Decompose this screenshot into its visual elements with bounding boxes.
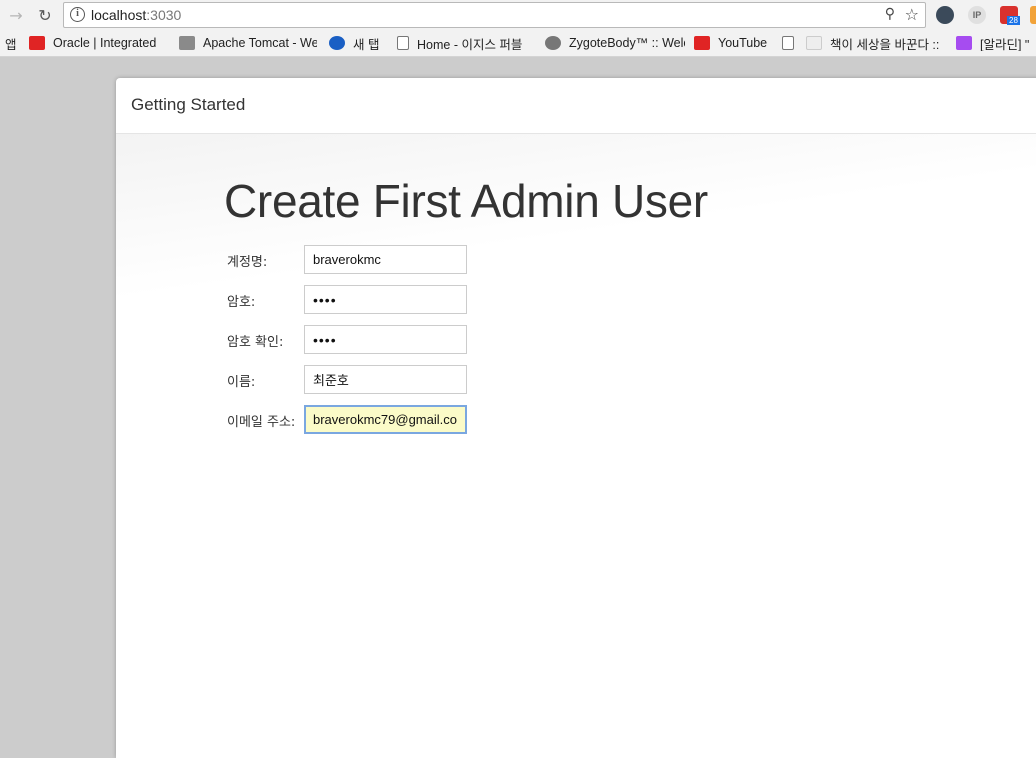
youtube-icon bbox=[694, 36, 710, 50]
bookmark-star-icon[interactable]: ☆ bbox=[905, 5, 919, 24]
setup-dialog: Getting Started Create First Admin User … bbox=[116, 78, 1036, 758]
page-viewport: Getting Started Create First Admin User … bbox=[0, 58, 1036, 758]
key-icon[interactable]: ⚲ bbox=[885, 6, 895, 22]
username-label: 계정명: bbox=[227, 255, 268, 270]
password-input[interactable] bbox=[304, 285, 467, 314]
bookmark-label: [알라딘] " bbox=[980, 37, 1030, 52]
bookmark-blank[interactable] bbox=[780, 35, 798, 51]
url-text: localhost:3030 bbox=[91, 7, 181, 23]
tomcat-icon bbox=[179, 36, 195, 50]
password-label: 암호: bbox=[227, 295, 256, 310]
search-icon bbox=[329, 36, 345, 50]
bookmark-aladin[interactable]: [알라딘] " bbox=[956, 35, 1036, 51]
page-icon bbox=[397, 36, 409, 50]
bookmark-apps[interactable]: 앱 bbox=[5, 35, 21, 52]
url-host: localhost bbox=[91, 7, 147, 23]
dialog-body: Create First Admin User 계정명: 암호: 암호 확인: … bbox=[116, 134, 1036, 758]
dialog-title: Getting Started bbox=[131, 95, 246, 114]
bookmark-book[interactable]: 책이 세상을 바꾼다 :: bbox=[806, 35, 946, 51]
zygote-icon bbox=[545, 36, 561, 50]
forward-arrow-icon[interactable]: → bbox=[6, 5, 26, 25]
bookmark-label: ZygoteBody™ :: Welc bbox=[569, 36, 685, 50]
bookmark-label: 새 탭 bbox=[353, 37, 380, 52]
bookmark-label: YouTube bbox=[718, 36, 768, 50]
dialog-header: Getting Started bbox=[116, 78, 1036, 134]
url-port: :3030 bbox=[146, 7, 182, 23]
extension-badge: 28 bbox=[1007, 16, 1020, 25]
email-label: 이메일 주소: bbox=[227, 415, 296, 430]
email-input[interactable] bbox=[304, 405, 467, 434]
browser-toolbar: → ↻ i localhost:3030 ⚲ ☆ IP 28 bbox=[0, 0, 1036, 30]
page-icon bbox=[782, 36, 794, 50]
password-confirm-input[interactable] bbox=[304, 325, 467, 354]
bookmark-label: 책이 세상을 바꾼다 :: bbox=[830, 37, 940, 52]
address-bar[interactable]: i localhost:3030 ⚲ ☆ bbox=[63, 2, 926, 28]
ip-extension-icon[interactable]: IP bbox=[968, 6, 986, 24]
extension-icon[interactable] bbox=[936, 6, 954, 24]
aladin-icon bbox=[956, 36, 972, 50]
bookmark-label: Apache Tomcat - We bbox=[203, 36, 317, 50]
oracle-icon bbox=[29, 36, 45, 50]
orange-extension-icon[interactable] bbox=[1030, 6, 1036, 24]
bookmark-tomcat[interactable]: Apache Tomcat - We bbox=[179, 35, 317, 51]
bookmark-youtube[interactable]: YouTube bbox=[694, 35, 769, 51]
bookmark-label: Home - 이지스 퍼블 bbox=[417, 37, 523, 52]
bookmark-home[interactable]: Home - 이지스 퍼블 bbox=[395, 35, 530, 51]
apps-label: 앱 bbox=[5, 37, 17, 52]
bookmark-new-tab[interactable]: 새 탭 bbox=[329, 35, 389, 51]
fullname-input[interactable] bbox=[304, 365, 467, 394]
bookmarks-bar: 앱 Oracle | Integrated C Apache Tomcat - … bbox=[0, 30, 1036, 57]
page-heading: Create First Admin User bbox=[224, 175, 708, 227]
password-confirm-label: 암호 확인: bbox=[227, 335, 284, 350]
bookmark-oracle[interactable]: Oracle | Integrated C bbox=[29, 35, 159, 51]
reload-icon[interactable]: ↻ bbox=[35, 5, 55, 25]
book-icon bbox=[806, 36, 822, 50]
info-icon[interactable]: i bbox=[70, 7, 85, 22]
bookmark-zygote[interactable]: ZygoteBody™ :: Welc bbox=[545, 35, 685, 51]
username-input[interactable] bbox=[304, 245, 467, 274]
fullname-label: 이름: bbox=[227, 375, 256, 390]
bookmark-label: Oracle | Integrated C bbox=[53, 36, 159, 50]
